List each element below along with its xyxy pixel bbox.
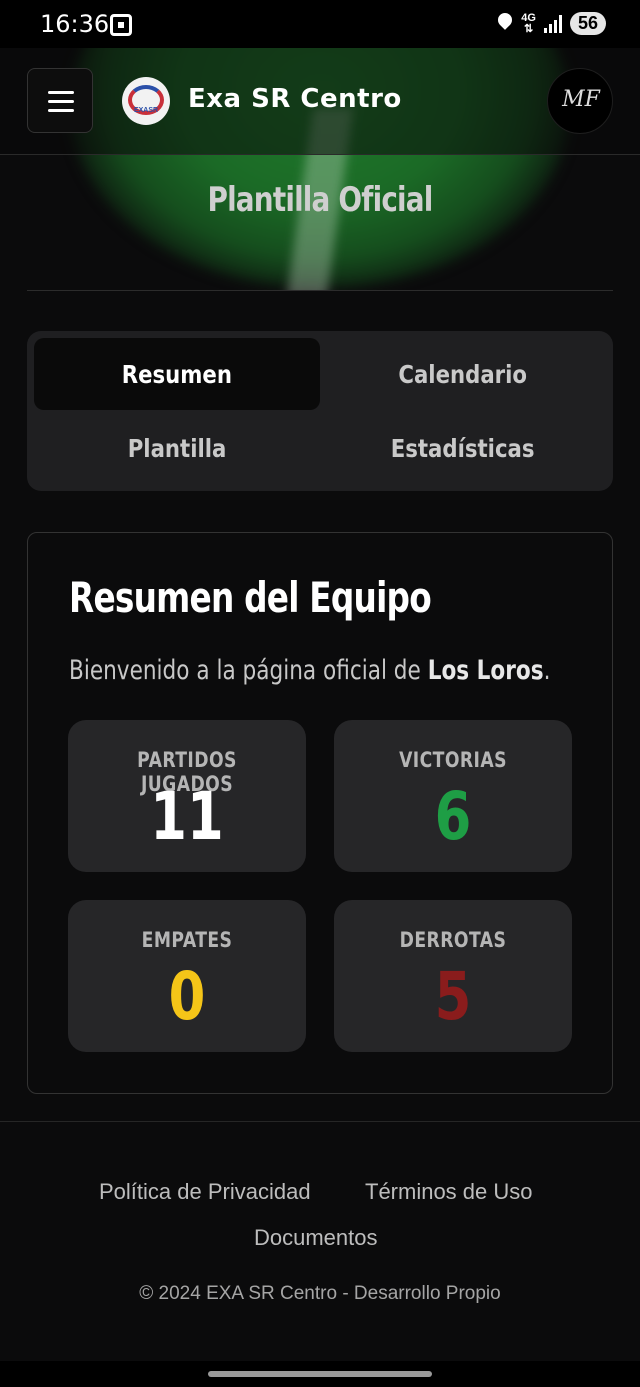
location-icon [497, 13, 513, 35]
stat-card-played: PARTIDOS JUGADOS 11 [68, 720, 306, 872]
tab-label: Calendario [398, 359, 528, 389]
status-time: 16:36 [40, 10, 110, 38]
menu-icon [48, 91, 74, 94]
stat-label: DERROTAS [399, 928, 507, 952]
welcome-suffix: . [543, 655, 551, 686]
team-name: Los Loros [427, 655, 544, 686]
tab-bar: Resumen Calendario Plantilla Estadística… [27, 331, 613, 491]
divider [27, 290, 613, 291]
tab-label: Estadísticas [391, 433, 535, 463]
welcome-text: Bienvenido a la página oficial de Los Lo… [69, 655, 551, 686]
screenshot-icon [110, 14, 132, 36]
stat-value: 6 [434, 778, 472, 855]
logo-icon[interactable]: EXASR [122, 77, 170, 125]
status-icons: 4G ⇅ 56 [497, 12, 606, 35]
stat-label: EMPATES [141, 928, 233, 952]
data-arrows-icon: 4G ⇅ [521, 11, 536, 35]
menu-icon [48, 109, 74, 112]
avatar-icon[interactable]: MF [547, 68, 613, 134]
stat-value: 11 [150, 778, 224, 855]
page-title: Plantilla Oficial [207, 180, 433, 220]
menu-icon [48, 100, 74, 103]
stat-value: 0 [168, 958, 206, 1035]
avatar-initials: MF [562, 87, 600, 112]
brand-title[interactable]: Exa SR Centro [188, 84, 402, 114]
copyright-text: © 2024 EXA SR Centro - Desarrollo Propio [139, 1283, 501, 1304]
tab-label: Plantilla [127, 433, 227, 463]
tab-calendario[interactable]: Calendario [320, 338, 606, 410]
tab-plantilla[interactable]: Plantilla [34, 412, 320, 484]
welcome-prefix: Bienvenido a la página oficial de [69, 655, 428, 686]
stat-card-wins: VICTORIAS 6 [334, 720, 572, 872]
tab-estadisticas[interactable]: Estadísticas [320, 412, 606, 484]
tab-resumen[interactable]: Resumen [34, 338, 320, 410]
menu-button[interactable] [27, 68, 93, 133]
privacy-policy-link[interactable]: Política de Privacidad [99, 1179, 311, 1205]
network-type: 4G [521, 11, 536, 24]
documents-link[interactable]: Documentos [254, 1225, 378, 1251]
stat-card-draws: EMPATES 0 [68, 900, 306, 1052]
summary-title: Resumen del Equipo [69, 573, 432, 622]
app-header: EXASR Exa SR Centro MF [0, 48, 640, 155]
home-gesture-handle[interactable] [208, 1371, 432, 1377]
logo-text: EXASR [133, 107, 159, 114]
signal-icon [543, 14, 562, 33]
team-summary-card: Resumen del Equipo Bienvenido a la págin… [27, 532, 613, 1094]
stat-card-losses: DERROTAS 5 [334, 900, 572, 1052]
status-bar: 16:36 4G ⇅ 56 [0, 0, 640, 48]
battery-badge: 56 [569, 12, 606, 35]
stat-value: 5 [434, 958, 472, 1035]
stat-label: VICTORIAS [399, 748, 507, 772]
tab-label: Resumen [121, 359, 233, 389]
terms-of-use-link[interactable]: Términos de Uso [365, 1179, 533, 1205]
footer-divider [0, 1121, 640, 1122]
